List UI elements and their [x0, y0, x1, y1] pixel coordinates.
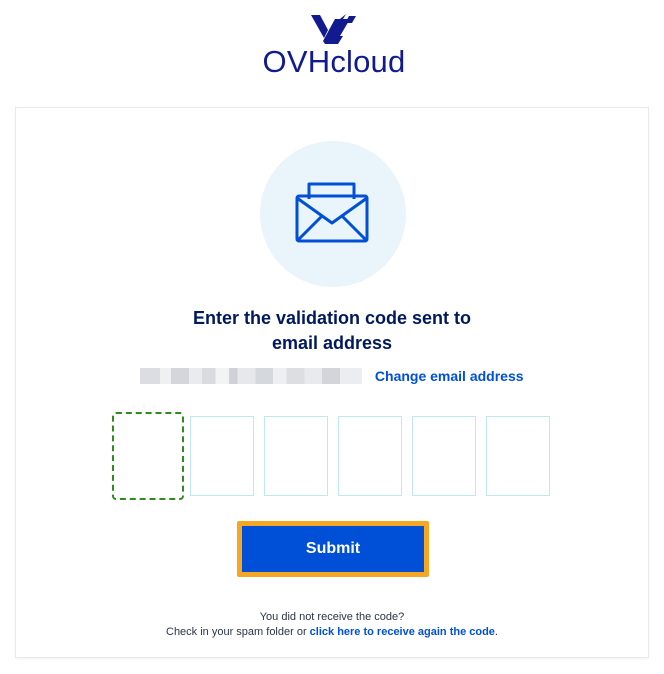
- resend-help-text: You did not receive the code? Check in y…: [16, 610, 648, 640]
- footer-line-1: You did not receive the code?: [259, 611, 405, 623]
- code-digit-1[interactable]: [112, 412, 184, 500]
- footer-line-2-prefix: Check in your spam folder or: [166, 626, 310, 638]
- change-email-link[interactable]: Change email address: [375, 368, 524, 384]
- code-digit-4[interactable]: [338, 416, 402, 496]
- email-row: Change email address: [16, 367, 648, 389]
- footer-line-2-suffix: .: [494, 626, 498, 638]
- code-digit-6[interactable]: [486, 416, 550, 496]
- title-line-1: Enter the validation code sent to: [192, 308, 472, 328]
- code-digit-2[interactable]: [190, 416, 254, 496]
- code-digit-5[interactable]: [412, 416, 476, 496]
- resend-code-link[interactable]: click here to receive again the code: [310, 626, 495, 638]
- page: OVHcloud Enter the validation code sent …: [0, 0, 664, 674]
- envelope-icon-circle: [260, 141, 406, 287]
- validation-card: Enter the validation code sent to email …: [16, 108, 648, 657]
- ovh-logo-icon: [311, 14, 356, 44]
- submit-button[interactable]: Submit: [242, 526, 424, 572]
- page-title: Enter the validation code sent to email …: [16, 306, 648, 356]
- envelope-icon: [295, 182, 369, 243]
- submit-button-highlight: Submit: [237, 521, 429, 577]
- footer-line-2: Check in your spam folder or click here …: [16, 625, 648, 640]
- code-input-group: [112, 412, 572, 502]
- title-line-2: email address: [271, 333, 393, 353]
- masked-email-address: [140, 367, 363, 384]
- code-digit-3[interactable]: [264, 416, 328, 496]
- brand-name: OVHcloud: [262, 44, 406, 79]
- brand-logo: OVHcloud: [0, 0, 664, 95]
